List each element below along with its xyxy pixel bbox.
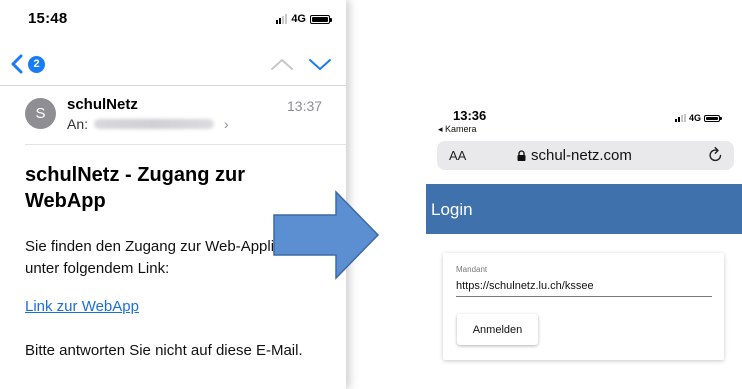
status-time: 15:48 [28,10,68,27]
unread-count-badge[interactable]: 2 [28,56,45,73]
mandant-label: Mandant [456,265,488,274]
signal-icon [276,14,288,24]
status-bar: 15:48 4G [0,0,346,40]
login-header: Login [426,184,742,234]
url-text: schul-netz.com [531,147,632,164]
text-size-button[interactable]: AA [449,148,466,163]
lock-icon [517,150,526,161]
address-bar[interactable]: AA schul-netz.com [437,141,734,170]
reload-icon[interactable] [707,146,724,164]
battery-icon [310,14,332,24]
status-indicators: 4G [276,13,332,25]
webapp-link[interactable]: Link zur WebApp [25,298,139,315]
sender-name[interactable]: schulNetz [67,96,138,113]
battery-icon [704,114,722,122]
status-time: 13:36 [453,108,487,123]
url-display[interactable]: schul-netz.com [517,147,632,164]
mail-navigation-bar: 2 [0,50,346,78]
login-form: Mandant Anmelden [443,253,724,360]
chevron-right-icon: › [224,116,229,132]
arrow-right-icon [273,190,380,280]
browser-screenshot: 13:36 ◂ Kamera 4G AA schul-netz.com Logi… [426,93,742,389]
mandant-input[interactable] [456,276,712,297]
mail-closing: Bitte antworten Sie nicht auf diese E-Ma… [25,342,303,359]
status-indicators: 4G [674,113,722,123]
divider [25,144,346,145]
network-label: 4G [688,113,701,123]
chevron-up-icon[interactable] [270,56,294,72]
page-title: Login [431,200,473,219]
chevron-down-icon[interactable] [308,56,332,72]
redacted-recipient [94,119,215,129]
back-to-app-link[interactable]: ◂ Kamera [438,124,477,135]
login-button[interactable]: Anmelden [457,314,538,345]
sender-avatar: S [25,98,56,129]
network-label: 4G [291,13,306,25]
divider [0,85,346,86]
to-label: An: [67,116,89,132]
received-time: 13:37 [287,98,323,114]
signal-icon [674,114,686,122]
chevron-left-icon[interactable] [8,53,26,75]
recipient-row[interactable]: An: › [67,116,229,132]
